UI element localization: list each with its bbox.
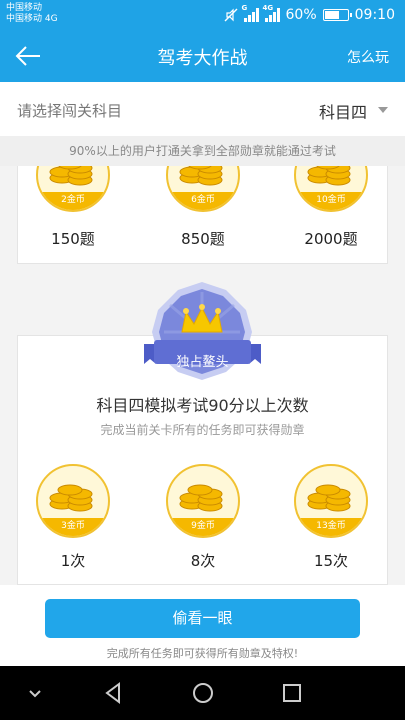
coin-amount: 2金币 (38, 192, 108, 210)
back-triangle-icon[interactable] (100, 680, 126, 706)
coin-amount: 13金币 (296, 518, 366, 536)
coin-amount: 9金币 (168, 518, 238, 536)
reward-target: 150题 (51, 230, 95, 248)
carrier-label-secondary: 中国移动 4G (6, 14, 58, 24)
coins-icon (307, 484, 351, 512)
coins-icon (307, 166, 351, 186)
task-subtitle: 完成当前关卡所有的任务即可获得勋章 (100, 423, 305, 437)
reward-target: 15次 (313, 552, 349, 570)
coins-icon (179, 166, 223, 186)
reward-target: 2000题 (304, 230, 358, 248)
level-card-previous: 2金币 150题 6金币 850题 10金币 2000题 (17, 166, 388, 264)
coin-badge: 2金币 (36, 166, 110, 212)
coin-shape (57, 484, 83, 496)
app-header: 驾考大作战 怎么玩 (0, 30, 405, 82)
clock: 09:10 (354, 7, 395, 23)
signal-icon-secondary: 4G (263, 4, 280, 22)
subject-value[interactable]: 科目四 (319, 99, 367, 123)
bottom-panel: 偷看一眼 完成所有任务即可获得所有勋章及特权! (0, 585, 405, 666)
coin-shape (187, 484, 213, 496)
signal-icon: G (242, 4, 259, 22)
tip-banner: 90%以上的用户打通关拿到全部勋章就能通过考试 (0, 136, 405, 166)
recents-square-icon[interactable] (279, 680, 305, 706)
peek-button[interactable]: 偷看一眼 (45, 599, 360, 638)
coin-amount: 6金币 (168, 192, 238, 210)
medal-badge: 独占鳌头 (142, 280, 263, 382)
carrier-label: 中国移动 (6, 3, 43, 13)
coins-icon (179, 484, 223, 512)
battery-icon (322, 9, 352, 21)
battery-fill (324, 11, 340, 19)
medal-name: 独占鳌头 (176, 355, 229, 370)
task-title: 科目四模拟考试90分以上次数 (96, 396, 309, 415)
coin-badge: 13金币 (294, 464, 368, 538)
subject-label: 请选择闯关科目 (17, 102, 123, 120)
coin-badge: 6金币 (166, 166, 240, 212)
coin-badge: 3金币 (36, 464, 110, 538)
reward-target: 1次 (60, 552, 86, 570)
coin-badge: 10金币 (294, 166, 368, 212)
page-title: 驾考大作战 (157, 48, 248, 69)
coin-badge: 9金币 (166, 464, 240, 538)
reward-target: 850题 (181, 230, 225, 248)
system-nav-bar (0, 666, 405, 720)
coin-shape (315, 484, 341, 496)
dropdown-caret-icon[interactable] (378, 107, 388, 113)
how-to-play-button[interactable]: 怎么玩 (347, 47, 389, 67)
coins-icon (49, 484, 93, 512)
coin-amount: 10金币 (296, 192, 366, 210)
bottom-note: 完成所有任务即可获得所有勋章及特权! (106, 647, 299, 660)
status-bar: 中国移动 中国移动 4G G 4G 60% 09:10 (0, 0, 405, 30)
mute-icon (224, 8, 238, 22)
network-type-label: G (241, 4, 248, 12)
reward-target: 8次 (190, 552, 216, 570)
chevron-down-icon[interactable] (22, 680, 48, 706)
battery-percent: 60% (285, 7, 317, 23)
coins-icon (49, 166, 93, 186)
coin-amount: 3金币 (38, 518, 108, 536)
network-type-label-secondary: 4G (262, 4, 274, 12)
home-circle-icon[interactable] (190, 680, 216, 706)
subject-selector[interactable]: 请选择闯关科目 科目四 (0, 82, 405, 136)
